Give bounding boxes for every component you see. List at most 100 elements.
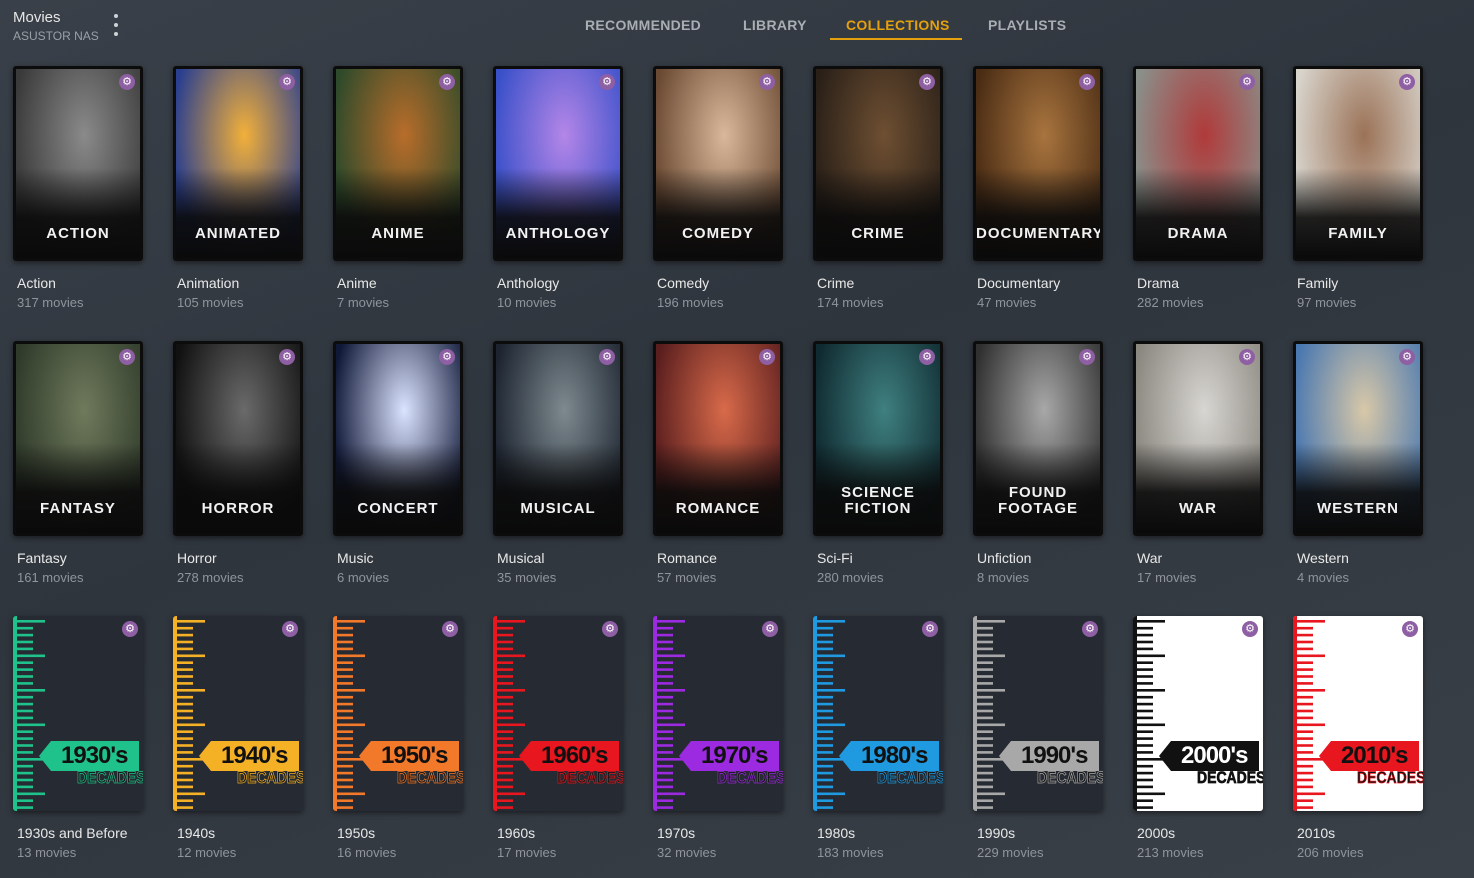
gear-icon[interactable]: ⚙: [602, 621, 618, 637]
collection-card[interactable]: WESTERN ⚙ Western 4 movies: [1293, 341, 1423, 585]
collection-name[interactable]: Musical: [497, 550, 623, 566]
gear-icon[interactable]: ⚙: [599, 349, 615, 365]
collection-name[interactable]: 2010s: [1297, 825, 1423, 841]
collection-name[interactable]: Crime: [817, 275, 943, 291]
collection-name[interactable]: Music: [337, 550, 463, 566]
collection-name[interactable]: Western: [1297, 550, 1423, 566]
collection-card[interactable]: 2010's DECADES ⚙ 2010s 206 movies: [1293, 616, 1423, 860]
collection-name[interactable]: War: [1137, 550, 1263, 566]
gear-icon[interactable]: ⚙: [1082, 621, 1098, 637]
collection-poster[interactable]: 1960's DECADES ⚙: [493, 616, 623, 811]
collection-name[interactable]: 1930s and Before: [17, 825, 143, 841]
collection-poster[interactable]: DOCUMENTARY ⚙: [973, 66, 1103, 261]
gear-icon[interactable]: ⚙: [919, 74, 935, 90]
collection-name[interactable]: Fantasy: [17, 550, 143, 566]
gear-icon[interactable]: ⚙: [1079, 349, 1095, 365]
collection-poster[interactable]: ACTION ⚙: [13, 66, 143, 261]
collection-poster[interactable]: 1940's DECADES ⚙: [173, 616, 303, 811]
collection-card[interactable]: 1960's DECADES ⚙ 1960s 17 movies: [493, 616, 623, 860]
tab-collections[interactable]: COLLECTIONS: [846, 17, 950, 33]
collection-card[interactable]: FANTASY ⚙ Fantasy 161 movies: [13, 341, 143, 585]
collection-card[interactable]: 2000's DECADES ⚙ 2000s 213 movies: [1133, 616, 1263, 860]
collection-poster[interactable]: ANIMATED ⚙: [173, 66, 303, 261]
collection-poster[interactable]: 1930's DECADES ⚙: [13, 616, 143, 811]
collection-card[interactable]: FOUND FOOTAGE ⚙ Unfiction 8 movies: [973, 341, 1103, 585]
collection-poster[interactable]: ROMANCE ⚙: [653, 341, 783, 536]
collection-name[interactable]: Family: [1297, 275, 1423, 291]
gear-icon[interactable]: ⚙: [1399, 74, 1415, 90]
collection-card[interactable]: 1980's DECADES ⚙ 1980s 183 movies: [813, 616, 943, 860]
collection-card[interactable]: COMEDY ⚙ Comedy 196 movies: [653, 66, 783, 310]
collection-name[interactable]: 1980s: [817, 825, 943, 841]
gear-icon[interactable]: ⚙: [439, 349, 455, 365]
collection-name[interactable]: 1950s: [337, 825, 463, 841]
collection-name[interactable]: Anime: [337, 275, 463, 291]
collection-poster[interactable]: CRIME ⚙: [813, 66, 943, 261]
collection-name[interactable]: 2000s: [1137, 825, 1263, 841]
collection-poster[interactable]: 1950's DECADES ⚙: [333, 616, 463, 811]
collection-poster[interactable]: MUSICAL ⚙: [493, 341, 623, 536]
gear-icon[interactable]: ⚙: [122, 621, 138, 637]
collection-card[interactable]: SCIENCE FICTION ⚙ Sci-Fi 280 movies: [813, 341, 943, 585]
gear-icon[interactable]: ⚙: [922, 621, 938, 637]
collection-card[interactable]: 1940's DECADES ⚙ 1940s 12 movies: [173, 616, 303, 860]
tab-playlists[interactable]: PLAYLISTS: [988, 17, 1066, 33]
collection-name[interactable]: Anthology: [497, 275, 623, 291]
gear-icon[interactable]: ⚙: [119, 74, 135, 90]
gear-icon[interactable]: ⚙: [1239, 74, 1255, 90]
collection-name[interactable]: Horror: [177, 550, 303, 566]
collection-name[interactable]: Romance: [657, 550, 783, 566]
collection-card[interactable]: ANIMATED ⚙ Animation 105 movies: [173, 66, 303, 310]
collection-card[interactable]: ANTHOLOGY ⚙ Anthology 10 movies: [493, 66, 623, 310]
collection-poster[interactable]: WESTERN ⚙: [1293, 341, 1423, 536]
collection-name[interactable]: Action: [17, 275, 143, 291]
collection-poster[interactable]: ANTHOLOGY ⚙: [493, 66, 623, 261]
collection-name[interactable]: 1990s: [977, 825, 1103, 841]
gear-icon[interactable]: ⚙: [279, 74, 295, 90]
collection-poster[interactable]: HORROR ⚙: [173, 341, 303, 536]
collection-poster[interactable]: 1980's DECADES ⚙: [813, 616, 943, 811]
gear-icon[interactable]: ⚙: [279, 349, 295, 365]
gear-icon[interactable]: ⚙: [442, 621, 458, 637]
gear-icon[interactable]: ⚙: [919, 349, 935, 365]
collection-card[interactable]: CRIME ⚙ Crime 174 movies: [813, 66, 943, 310]
collection-poster[interactable]: CONCERT ⚙: [333, 341, 463, 536]
gear-icon[interactable]: ⚙: [119, 349, 135, 365]
collection-poster[interactable]: FANTASY ⚙: [13, 341, 143, 536]
collection-card[interactable]: CONCERT ⚙ Music 6 movies: [333, 341, 463, 585]
gear-icon[interactable]: ⚙: [599, 74, 615, 90]
gear-icon[interactable]: ⚙: [762, 621, 778, 637]
collection-card[interactable]: HORROR ⚙ Horror 278 movies: [173, 341, 303, 585]
collection-poster[interactable]: FOUND FOOTAGE ⚙: [973, 341, 1103, 536]
collection-card[interactable]: ACTION ⚙ Action 317 movies: [13, 66, 143, 310]
collection-card[interactable]: WAR ⚙ War 17 movies: [1133, 341, 1263, 585]
collection-poster[interactable]: 1990's DECADES ⚙: [973, 616, 1103, 811]
gear-icon[interactable]: ⚙: [759, 74, 775, 90]
gear-icon[interactable]: ⚙: [1079, 74, 1095, 90]
gear-icon[interactable]: ⚙: [282, 621, 298, 637]
gear-icon[interactable]: ⚙: [1399, 349, 1415, 365]
gear-icon[interactable]: ⚙: [439, 74, 455, 90]
collection-poster[interactable]: DRAMA ⚙: [1133, 66, 1263, 261]
collection-name[interactable]: 1940s: [177, 825, 303, 841]
collection-name[interactable]: Comedy: [657, 275, 783, 291]
collection-name[interactable]: 1960s: [497, 825, 623, 841]
collection-name[interactable]: Unfiction: [977, 550, 1103, 566]
collection-card[interactable]: ANIME ⚙ Anime 7 movies: [333, 66, 463, 310]
collection-poster[interactable]: FAMILY ⚙: [1293, 66, 1423, 261]
gear-icon[interactable]: ⚙: [759, 349, 775, 365]
collection-name[interactable]: Sci-Fi: [817, 550, 943, 566]
collection-poster[interactable]: WAR ⚙: [1133, 341, 1263, 536]
collection-poster[interactable]: COMEDY ⚙: [653, 66, 783, 261]
collection-card[interactable]: 1970's DECADES ⚙ 1970s 32 movies: [653, 616, 783, 860]
collection-card[interactable]: 1990's DECADES ⚙ 1990s 229 movies: [973, 616, 1103, 860]
collection-card[interactable]: FAMILY ⚙ Family 97 movies: [1293, 66, 1423, 310]
collection-poster[interactable]: 2000's DECADES ⚙: [1133, 616, 1263, 811]
collection-card[interactable]: DOCUMENTARY ⚙ Documentary 47 movies: [973, 66, 1103, 310]
collection-name[interactable]: Documentary: [977, 275, 1103, 291]
collection-card[interactable]: ROMANCE ⚙ Romance 57 movies: [653, 341, 783, 585]
collection-name[interactable]: 1970s: [657, 825, 783, 841]
tab-recommended[interactable]: RECOMMENDED: [585, 17, 701, 33]
collection-poster[interactable]: 1970's DECADES ⚙: [653, 616, 783, 811]
gear-icon[interactable]: ⚙: [1239, 349, 1255, 365]
